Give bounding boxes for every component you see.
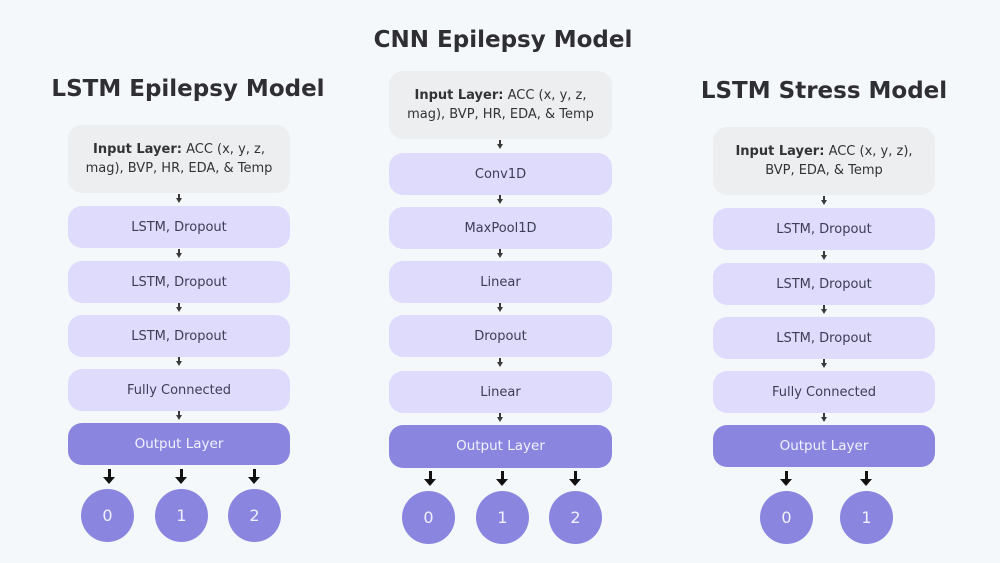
arrow-down-icon [569, 471, 581, 487]
input-layer-features-line2: mag), BVP, HR, EDA, & Temp [407, 107, 594, 122]
output-class-node: 1 [476, 491, 529, 544]
cnn-epilepsy-layer-4: Dropout [389, 315, 612, 357]
input-layer-label: Input Layer: [93, 142, 182, 157]
input-layer-features-line1: ACC (x, y, z, [186, 142, 265, 157]
arrow-down-icon [424, 471, 436, 487]
arrow-down-icon [497, 140, 503, 149]
lstm-epilepsy-layer-3: LSTM, Dropout [68, 315, 290, 357]
arrow-down-icon [780, 471, 792, 487]
arrow-down-icon [497, 413, 503, 422]
input-layer-label: Input Layer: [414, 88, 504, 103]
cnn-epilepsy-layer-2: MaxPool1D [389, 207, 612, 249]
arrow-down-icon [497, 249, 503, 258]
lstm-stress-layer-2: LSTM, Dropout [713, 263, 935, 305]
lstm-stress-layer-1: LSTM, Dropout [713, 208, 935, 250]
input-layer-features-line1: ACC (x, y, z), [828, 144, 913, 159]
arrow-down-icon [497, 195, 503, 204]
output-class-node: 0 [760, 491, 813, 544]
lstm-stress-output-layer: Output Layer [713, 425, 935, 467]
cnn-epilepsy-title: CNN Epilepsy Model [373, 27, 633, 53]
arrow-down-icon [248, 469, 260, 485]
arrow-down-icon [821, 305, 827, 314]
lstm-epilepsy-layer-2: LSTM, Dropout [68, 261, 290, 303]
arrow-down-icon [821, 359, 827, 368]
arrow-down-icon [176, 357, 182, 366]
input-layer-features-line1: ACC (x, y, z, [507, 88, 587, 103]
output-class-node: 1 [155, 489, 208, 542]
lstm-epilepsy-input-layer: Input Layer: ACC (x, y, z, mag), BVP, HR,… [68, 125, 290, 193]
arrow-down-icon [860, 471, 872, 487]
lstm-epilepsy-output-layer: Output Layer [68, 423, 290, 465]
lstm-epilepsy-title: LSTM Epilepsy Model [51, 76, 325, 102]
lstm-epilepsy-layer-4: Fully Connected [68, 369, 290, 411]
cnn-epilepsy-input-layer: Input Layer: ACC (x, y, z, mag), BVP, HR,… [389, 71, 612, 139]
arrow-down-icon [821, 251, 827, 260]
arrow-down-icon [176, 411, 182, 420]
lstm-stress-layer-4: Fully Connected [713, 371, 935, 413]
output-class-node: 0 [81, 489, 134, 542]
output-class-node: 2 [228, 489, 281, 542]
arrow-down-icon [176, 303, 182, 312]
cnn-epilepsy-output-layer: Output Layer [389, 425, 612, 468]
arrow-down-icon [821, 413, 827, 422]
arrow-down-icon [496, 471, 508, 487]
input-layer-label: Input Layer: [735, 144, 825, 159]
cnn-epilepsy-layer-5: Linear [389, 371, 612, 413]
arrow-down-icon [176, 249, 182, 258]
lstm-stress-input-layer: Input Layer: ACC (x, y, z), BVP, EDA, & T… [713, 127, 935, 195]
input-layer-features-line2: BVP, EDA, & Temp [765, 163, 883, 178]
cnn-epilepsy-layer-1: Conv1D [389, 153, 612, 195]
arrow-down-icon [497, 303, 503, 312]
arrow-down-icon [103, 469, 115, 485]
arrow-down-icon [497, 358, 503, 367]
output-class-node: 1 [840, 491, 893, 544]
output-class-node: 0 [402, 491, 455, 544]
input-layer-features-line2: mag), BVP, HR, EDA, & Temp [85, 161, 273, 176]
arrow-down-icon [821, 196, 827, 205]
arrow-down-icon [176, 194, 182, 203]
lstm-stress-title: LSTM Stress Model [700, 78, 948, 104]
cnn-epilepsy-layer-3: Linear [389, 261, 612, 303]
lstm-stress-layer-3: LSTM, Dropout [713, 317, 935, 359]
output-class-node: 2 [549, 491, 602, 544]
lstm-epilepsy-layer-1: LSTM, Dropout [68, 206, 290, 248]
arrow-down-icon [175, 469, 187, 485]
